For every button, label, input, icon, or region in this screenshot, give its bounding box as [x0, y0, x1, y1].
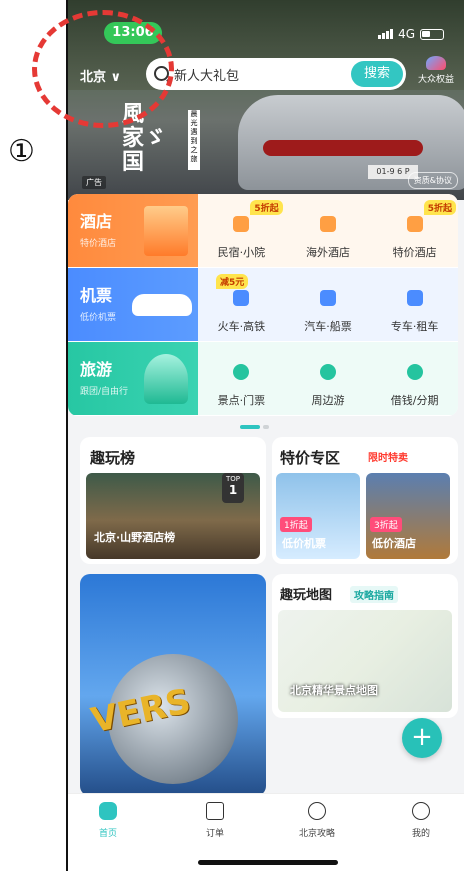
- add-fab-button[interactable]: +: [402, 718, 442, 758]
- profile-icon: [412, 802, 430, 820]
- fun-list-card[interactable]: 趣玩榜 TOP 1 北京·山野酒店榜: [80, 437, 266, 564]
- phone-screen: 01-9 6 P 風 家ゞ 国 晨光遇到之旅 广告 资质&协议 13:06 4G…: [68, 0, 464, 871]
- plane-illustration: [132, 294, 192, 316]
- protocol-link[interactable]: 资质&协议: [407, 172, 458, 189]
- network-label: 4G: [398, 27, 415, 41]
- ad-tag: 广告: [82, 176, 106, 189]
- order-icon: [206, 802, 224, 820]
- sub-entry-label: 海外酒店: [305, 246, 350, 259]
- pin-icon: [319, 364, 336, 380]
- tab-label: 订单: [205, 829, 224, 839]
- ticket-icon: [233, 364, 250, 380]
- battery-icon: [420, 28, 444, 40]
- home-indicator: [198, 860, 338, 865]
- travel-sub-grid: 景点·门票 周边游 借钱/分期: [198, 342, 458, 415]
- guide-tag[interactable]: 攻略指南: [350, 586, 398, 603]
- annotation-marker: ①: [8, 134, 35, 169]
- tab-guide[interactable]: 北京攻略: [287, 802, 347, 839]
- category-row-hotel: 酒店 特价酒店 5折起 民宿·小院 海外酒店 5折起 特价酒店: [68, 194, 458, 267]
- fun-map-card[interactable]: 趣玩地图 攻略指南 北京精华景点地图: [272, 574, 458, 718]
- fun-list-photo[interactable]: TOP 1 北京·山野酒店榜: [86, 473, 260, 559]
- sub-entry-homestay[interactable]: 5折起 民宿·小院: [198, 194, 285, 267]
- category-row-travel: 旅游 跟团/自由行 景点·门票 周边游 借钱/分期: [68, 342, 458, 415]
- page-indicator: [240, 425, 270, 429]
- wallet-icon: [406, 364, 423, 380]
- limited-sale-tag: 限时特卖: [368, 453, 408, 464]
- banner-title-line: 家ゞ: [122, 125, 167, 151]
- house-icon: [233, 216, 250, 232]
- discount-badge: 5折起: [250, 200, 283, 215]
- tab-label: 首页: [98, 829, 117, 839]
- sub-entry-deal-hotel[interactable]: 5折起 特价酒店: [371, 194, 458, 267]
- building-icon: [319, 216, 336, 232]
- universal-studios-card[interactable]: VERS: [80, 574, 266, 796]
- perk-icon: [426, 56, 446, 70]
- deals-title: 特价专区: [280, 449, 341, 467]
- sub-entry-label: 火车·高铁: [217, 320, 266, 333]
- hotel-illustration: [144, 206, 188, 256]
- search-bar[interactable]: 新人大礼包 搜索: [146, 58, 406, 90]
- sub-entry-loan[interactable]: 借钱/分期: [371, 342, 458, 415]
- hotel-icon: [406, 216, 423, 232]
- map-image[interactable]: 北京精华景点地图: [278, 610, 452, 712]
- sub-entry-label: 汽车·船票: [304, 320, 352, 333]
- category-card: 酒店 特价酒店 5折起 民宿·小院 海外酒店 5折起 特价酒店 机票 低价机票 …: [68, 194, 458, 416]
- tab-profile[interactable]: 我的: [391, 802, 451, 839]
- sub-entry-overseas-hotel[interactable]: 海外酒店: [284, 194, 372, 267]
- car-icon: [406, 290, 423, 306]
- travel-entry[interactable]: 旅游 跟团/自由行: [68, 342, 198, 415]
- discount-badge: 5折起: [423, 200, 456, 215]
- sub-entry-nearby[interactable]: 周边游: [284, 342, 372, 415]
- deal-label: 低价机票: [282, 537, 326, 550]
- car-taillight: [263, 140, 423, 156]
- annotation-circle: [32, 10, 174, 128]
- sub-entry-train[interactable]: 减5元 火车·高铁: [198, 268, 285, 341]
- discount-badge: 减5元: [216, 274, 249, 289]
- home-icon: [99, 802, 117, 820]
- search-input[interactable]: 新人大礼包: [174, 65, 239, 84]
- sub-entry-label: 特价酒店: [392, 246, 437, 259]
- sub-entry-car-rental[interactable]: 专车·租车: [371, 268, 458, 341]
- perk-label: 大众权益: [417, 75, 454, 85]
- sub-entry-label: 景点·门票: [217, 394, 266, 407]
- flight-entry[interactable]: 机票 低价机票: [68, 268, 198, 341]
- flight-sub-grid: 减5元 火车·高铁 汽车·船票 专车·租车: [198, 268, 458, 341]
- search-button[interactable]: 搜索: [351, 61, 403, 87]
- sub-entry-bus-ship[interactable]: 汽车·船票: [284, 268, 372, 341]
- deal-item-flight[interactable]: 1折起 低价机票: [276, 473, 360, 559]
- deal-tag: 3折起: [370, 517, 402, 532]
- sub-entry-label: 周边游: [311, 394, 345, 407]
- location-icon: [308, 802, 326, 820]
- map-title: 趣玩地图: [280, 588, 333, 603]
- perk-button[interactable]: 大众权益: [414, 56, 458, 85]
- tab-orders[interactable]: 订单: [185, 802, 245, 839]
- sub-entry-label: 专车·租车: [390, 320, 439, 333]
- deal-item-hotel[interactable]: 3折起 低价酒店: [366, 473, 450, 559]
- deals-card: 特价专区 限时特卖 1折起 低价机票 3折起 低价酒店: [272, 437, 458, 564]
- banner-title-line: 国: [122, 149, 145, 175]
- banner-tag: 晨光遇到之旅: [188, 110, 200, 170]
- train-icon: [233, 290, 250, 306]
- top-rank-badge: TOP 1: [222, 473, 244, 503]
- sub-entry-tickets[interactable]: 景点·门票: [198, 342, 285, 415]
- tab-label: 我的: [411, 829, 430, 839]
- tab-label: 北京攻略: [298, 829, 335, 839]
- hotel-entry[interactable]: 酒店 特价酒店: [68, 194, 198, 267]
- hotel-sub-grid: 5折起 民宿·小院 海外酒店 5折起 特价酒店: [198, 194, 458, 267]
- deal-label: 低价酒店: [372, 537, 416, 550]
- signal-icon: [378, 29, 394, 39]
- map-label: 北京精华景点地图: [290, 684, 378, 697]
- fun-list-title: 趣玩榜: [90, 449, 136, 467]
- palm-illustration: [144, 354, 188, 404]
- tab-home[interactable]: 首页: [78, 802, 138, 839]
- fun-list-photo-label: 北京·山野酒店榜: [94, 531, 176, 544]
- screenshot-page: ① 01-9 6 P 風 家ゞ 国 晨光遇到之旅 广告 资质&协议 13:06 …: [0, 0, 464, 871]
- sub-entry-label: 借钱/分期: [390, 394, 439, 407]
- status-icons: 4G: [378, 27, 444, 41]
- category-row-flight: 机票 低价机票 减5元 火车·高铁 汽车·船票 专车·租车: [68, 268, 458, 341]
- sub-entry-label: 民宿·小院: [217, 246, 266, 259]
- bus-icon: [319, 290, 336, 306]
- deal-tag: 1折起: [280, 517, 312, 532]
